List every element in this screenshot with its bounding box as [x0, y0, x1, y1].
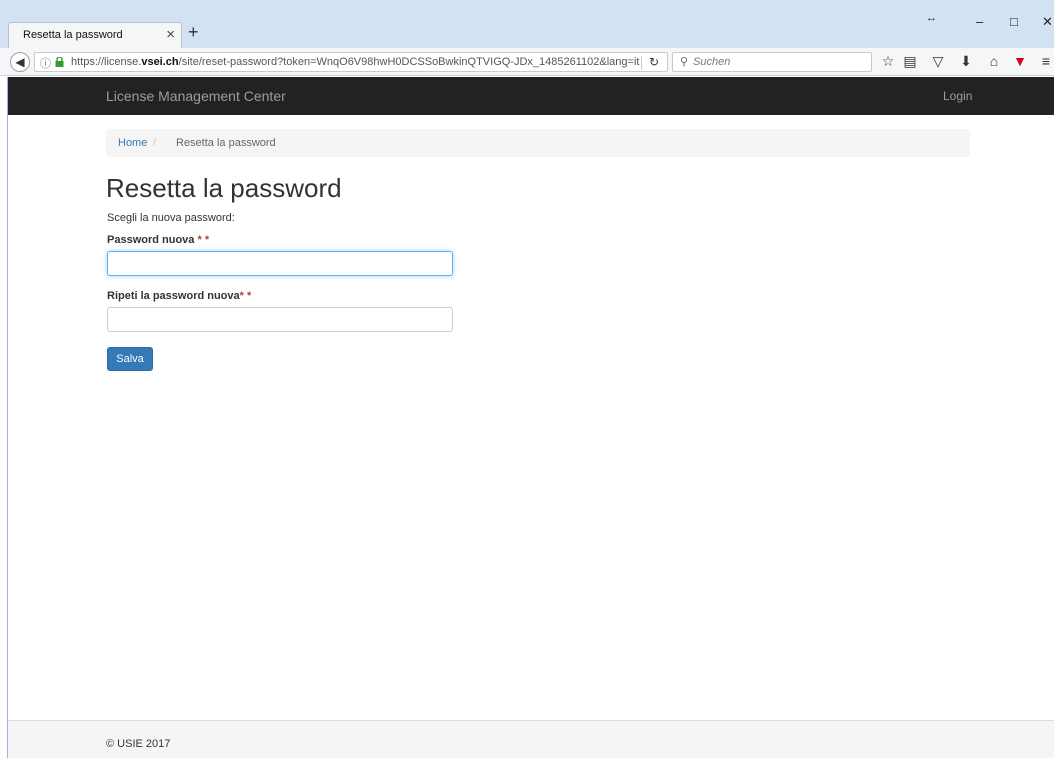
- pocket-icon[interactable]: ▽: [930, 53, 946, 70]
- download-icon[interactable]: ⬇: [958, 53, 974, 70]
- bookmark-star-icon[interactable]: ☆: [880, 53, 896, 70]
- save-button[interactable]: Salva: [107, 347, 153, 371]
- search-icon: ⚲: [680, 56, 689, 68]
- close-tab-icon[interactable]: ×: [166, 26, 175, 43]
- home-icon[interactable]: ⌂: [986, 53, 1002, 69]
- resize-icon[interactable]: ↔: [926, 12, 937, 24]
- breadcrumb-current: Resetta la password: [176, 137, 276, 149]
- new-password-field[interactable]: [107, 251, 453, 276]
- menu-icon[interactable]: ≡: [1038, 53, 1054, 69]
- new-tab-icon[interactable]: +: [188, 22, 199, 43]
- info-icon[interactable]: ⓘ: [40, 55, 51, 71]
- intro-text: Scegli la nuova password:: [107, 212, 235, 224]
- required-marker: * *: [239, 290, 252, 302]
- breadcrumb-separator: /: [153, 137, 157, 149]
- maximize-icon[interactable]: □: [1010, 14, 1018, 29]
- shield-extension-icon[interactable]: ▼: [1012, 53, 1028, 69]
- browser-tab[interactable]: Resetta la password ×: [8, 22, 182, 48]
- url-prefix: https://license.: [71, 56, 142, 68]
- repeat-password-label: Ripeti la password nuova* *: [107, 290, 251, 302]
- url-text[interactable]: https://license.vsei.ch/site/reset-passw…: [71, 56, 639, 68]
- lock-icon: [55, 57, 64, 67]
- site-navbar: License Management Center Login: [8, 77, 1054, 115]
- close-window-icon[interactable]: ✕: [1042, 14, 1053, 30]
- url-divider: [641, 56, 642, 70]
- page-title: Resetta la password: [106, 173, 342, 203]
- back-arrow-icon[interactable]: ◀: [10, 52, 30, 72]
- required-marker: * *: [194, 234, 210, 246]
- footer: © USIE 2017: [8, 720, 1054, 758]
- breadcrumb-home[interactable]: Home: [118, 137, 147, 149]
- minimize-icon[interactable]: –: [976, 14, 983, 29]
- tab-title: Resetta la password: [23, 29, 123, 41]
- login-link[interactable]: Login: [943, 89, 972, 103]
- url-path: /site/reset-password?token=WnqO6V98hwH0D…: [178, 56, 640, 68]
- new-password-label: Password nuova * *: [107, 234, 209, 246]
- search-placeholder: Suchen: [693, 56, 731, 68]
- reload-icon[interactable]: ↻: [649, 55, 659, 69]
- url-bar[interactable]: ⓘ https://license.vsei.ch/site/reset-pas…: [34, 52, 668, 72]
- window-edge: [7, 77, 8, 758]
- search-bar[interactable]: ⚲ Suchen: [672, 52, 872, 72]
- browser-tab-bar: Resetta la password × + ↔ – □ ✕: [0, 0, 1054, 48]
- breadcrumb: Home / Resetta la password: [106, 129, 970, 157]
- url-domain: vsei.ch: [141, 56, 179, 68]
- reading-list-icon[interactable]: ▤: [902, 53, 918, 70]
- repeat-password-field[interactable]: [107, 307, 453, 332]
- copyright: © USIE 2017: [106, 738, 171, 750]
- new-password-label-text: Password nuova: [107, 234, 195, 246]
- repeat-password-label-text: Ripeti la password nuova: [107, 290, 240, 302]
- brand-link[interactable]: License Management Center: [106, 88, 286, 104]
